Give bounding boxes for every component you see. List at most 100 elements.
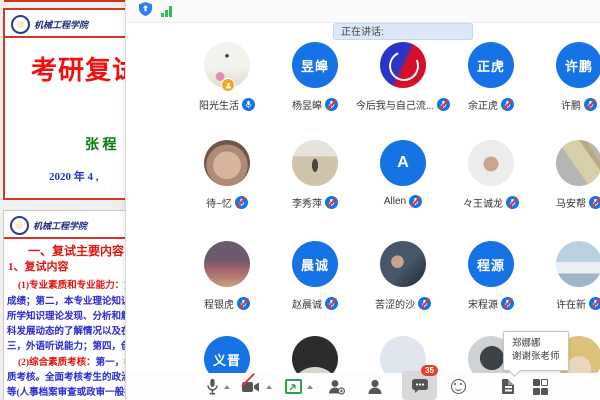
avatar [556, 241, 600, 287]
participant-tile[interactable]: A Allen [359, 140, 447, 210]
layout-grid-button[interactable] [530, 373, 550, 400]
avatar-initials: 程源 [477, 255, 505, 274]
avatar-initials: 义晋 [213, 350, 241, 369]
participant-name: 苦涩的沙 [375, 296, 415, 311]
avatar-initials: 许鹏 [565, 56, 593, 75]
invite-member-button[interactable] [326, 373, 346, 400]
participant-tile[interactable]: 今后我与自己流... [359, 42, 447, 112]
slide2-line8: 等(人事档案审查或政审一般在发 [7, 384, 132, 398]
participant-tile[interactable]: 马安帮 [535, 140, 600, 210]
mic-muted-icon [325, 98, 338, 111]
participant-name: 程银虎 [204, 296, 234, 311]
college-name: 机械工程学院 [34, 18, 88, 31]
window-border-strip [4, 0, 125, 2]
participant-tile[interactable]: 许鹏许鹏 [535, 42, 600, 112]
avatar: 晨诚 [292, 241, 338, 287]
slide-1-title-page[interactable]: 机械工程学院 科 考研复试 张 程 2020 年 4 , [3, 8, 134, 200]
participant-nameline: 赵晨诚 [292, 296, 338, 311]
participant-name: 々王诚龙 [463, 195, 503, 210]
participant-tile[interactable]: 程源宋程源 [447, 241, 535, 311]
avatar-initials: A [397, 154, 409, 172]
speaking-indicator-tooltip: 正在讲话: [333, 23, 473, 40]
participant-row: 阳光生活昱皞杨昱皞今后我与自己流...正虎余正虎许鹏许鹏 [183, 42, 600, 112]
security-shield-icon[interactable] [139, 2, 152, 21]
chat-message-popup[interactable]: 郑娜娜 谢谢张老师 [503, 331, 569, 371]
chat-button[interactable] [410, 373, 430, 400]
participant-tile[interactable]: 许在新 [535, 241, 600, 311]
mic-muted-icon [325, 196, 338, 209]
slide2-line4: 科发展动态的了解情况以及在本专 [7, 323, 132, 337]
document-icon [502, 379, 514, 394]
participant-tile[interactable]: 苦涩的沙 [359, 241, 447, 311]
header-rule [4, 237, 131, 239]
slide1-header: 机械工程学院 [11, 15, 88, 34]
slide2-line6: (2)综合素质考核：第一，考生 [18, 354, 132, 368]
avatar [292, 140, 338, 186]
slide-date: 2020 年 4 , [49, 168, 99, 184]
participant-nameline: 许鹏 [561, 97, 597, 112]
participant-row: 程银虎晨诚赵晨诚苦涩的沙程源宋程源许在新 [183, 241, 600, 311]
slide2-heading: 一、复试主要内容 [28, 242, 124, 259]
avatar [380, 42, 426, 88]
meeting-window: 正在讲话: 阳光生活昱皞杨昱皞今后我与自己流...正虎余正虎许鹏许鹏待~忆李秀萍… [125, 0, 600, 400]
mic-muted-icon [237, 297, 250, 310]
participant-name: 许鹏 [561, 97, 581, 112]
participants-button[interactable] [365, 373, 385, 400]
avatar [468, 140, 514, 186]
avatar [204, 140, 250, 186]
microphone-button[interactable] [203, 373, 221, 400]
slide-2-content-page[interactable]: 机械工程学院 科 一、复试主要内容 1、复试内容 (1)专业素质和专业能力：第一… [3, 210, 132, 400]
camera-off-button[interactable] [240, 373, 260, 400]
participant-tile[interactable]: 正虎余正虎 [447, 42, 535, 112]
meeting-toolbar: 35 [126, 373, 600, 400]
slide2-line1: (1)专业素质和专业能力：第一 [18, 277, 132, 291]
notes-document-button[interactable] [498, 373, 518, 400]
mic-muted-icon [501, 297, 514, 310]
participant-nameline: 程银虎 [204, 296, 250, 311]
avatar [556, 140, 600, 186]
participant-name: 今后我与自己流... [356, 97, 434, 112]
participant-tile[interactable]: 李秀萍 [271, 140, 359, 210]
avatar-initials: 正虎 [477, 56, 505, 75]
mic-on-icon [242, 98, 255, 111]
chat-unread-badge: 35 [421, 365, 438, 376]
camera-options-caret[interactable] [265, 373, 273, 400]
participant-name: 待~忆 [206, 195, 232, 210]
participant-tile[interactable]: 昱皞杨昱皞 [271, 42, 359, 112]
avatar: A [380, 140, 426, 186]
slide2-line3: 所学知识理论发现、分析和解决专 [7, 308, 132, 322]
participant-nameline: 今后我与自己流... [356, 97, 450, 112]
network-signal-icon[interactable] [161, 6, 172, 17]
college-name: 机械工程学院 [33, 219, 87, 232]
slide1-title: 考研复试 [31, 50, 134, 87]
participant-nameline: 宋程源 [468, 296, 514, 311]
participant-tile[interactable]: 阳光生活 [183, 42, 271, 112]
participant-name: 杨昱皞 [292, 97, 322, 112]
participant-nameline: 苦涩的沙 [375, 296, 431, 311]
participant-nameline: 々王诚龙 [463, 195, 519, 210]
mic-muted-icon [584, 98, 597, 111]
participant-row: 待~忆 李秀萍 A Allen 々王诚龙 马安帮 [183, 140, 600, 210]
header-rule [5, 36, 132, 38]
screen-share-button[interactable] [283, 373, 303, 400]
screen-share-options-caret[interactable] [306, 373, 314, 400]
slide2-line2: 成绩；第二，本专业理论知识和实 [7, 293, 132, 307]
participant-tile[interactable]: 待~忆 [183, 140, 271, 210]
participant-tile[interactable]: 々王诚龙 [447, 140, 535, 210]
participant-tile[interactable]: 晨诚赵晨诚 [271, 241, 359, 311]
participant-nameline: 余正虎 [468, 97, 514, 112]
layout-grid-icon [533, 379, 548, 394]
participant-tile[interactable]: 程银虎 [183, 241, 271, 311]
avatar: 程源 [468, 241, 514, 287]
mic-muted-icon [506, 196, 519, 209]
presenter-name: 张 程 [85, 134, 117, 154]
college-emblem-icon [10, 216, 29, 235]
participant-name: 马安帮 [556, 195, 586, 210]
avatar-initials: 昱皞 [301, 56, 329, 75]
chat-sender-name: 郑娜娜 [512, 337, 568, 350]
microphone-options-caret[interactable] [223, 373, 231, 400]
emoji-reactions-button[interactable] [448, 373, 468, 400]
participant-nameline: 许在新 [556, 296, 600, 311]
participant-nameline: 马安帮 [556, 195, 600, 210]
participant-name: Allen [384, 196, 406, 207]
